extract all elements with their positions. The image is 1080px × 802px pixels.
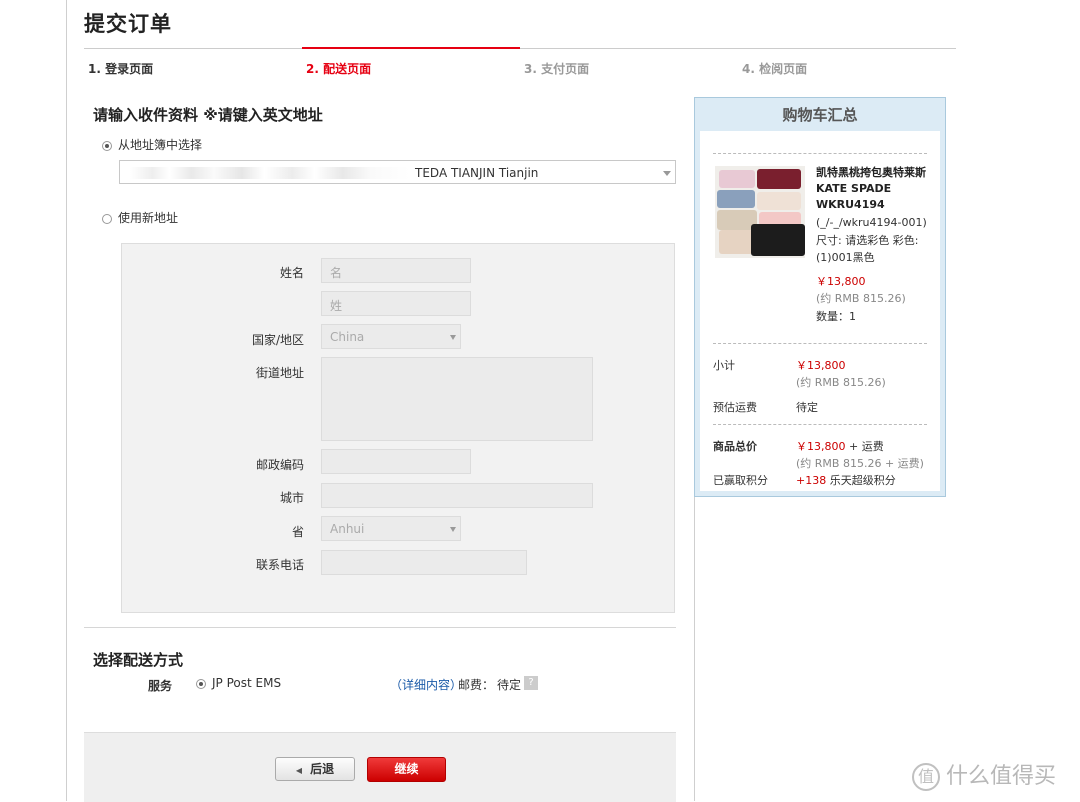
last-name-input[interactable]: 姓 bbox=[321, 291, 471, 316]
street-label: 街道地址 bbox=[255, 366, 304, 380]
country-select[interactable]: China bbox=[321, 324, 461, 349]
phone-input[interactable] bbox=[321, 550, 527, 575]
chevron-down-icon bbox=[450, 527, 456, 532]
product-spec: 尺寸: 请选彩色 彩色: (1)001黑色 bbox=[816, 234, 919, 264]
shipping-estimate-value: 待定 bbox=[796, 401, 818, 414]
steps-active-indicator bbox=[302, 47, 520, 49]
province-label: 省 bbox=[291, 525, 304, 539]
subtotal-rmb: (约 RMB 815.26) bbox=[796, 376, 886, 389]
chevron-left-icon: ◀ bbox=[295, 766, 303, 775]
province-value: Anhui bbox=[330, 522, 365, 536]
points-suffix: 乐天超级积分 bbox=[829, 474, 896, 487]
shipping-fee-value: 待定 bbox=[497, 678, 522, 692]
country-label: 国家/地区 bbox=[251, 333, 304, 347]
step-shipping: 2. 配送页面 bbox=[306, 62, 372, 76]
right-column-divider bbox=[694, 497, 695, 801]
step-review: 4. 检阅页面 bbox=[742, 62, 808, 76]
product-image bbox=[715, 166, 805, 258]
cart-title: 购物车汇总 bbox=[782, 106, 858, 124]
watermark-logo: 值 bbox=[912, 763, 940, 791]
watermark: 值什么值得买 bbox=[912, 758, 1056, 791]
subtotal-label: 小计 bbox=[713, 359, 735, 372]
product-qty: 数量：1 bbox=[816, 310, 856, 323]
product-price: ￥13,800 bbox=[816, 275, 866, 288]
points-label: 已赢取积分 bbox=[713, 474, 768, 487]
product-sku: (_/-_/wkru4194-001) bbox=[816, 216, 927, 229]
points-value: +138 bbox=[796, 474, 827, 487]
back-button-label: 后退 bbox=[310, 762, 335, 776]
left-border-line bbox=[66, 0, 67, 801]
product-price-rmb: (约 RMB 815.26) bbox=[816, 292, 906, 305]
city-input[interactable] bbox=[321, 483, 593, 508]
new-address-radio[interactable] bbox=[102, 213, 112, 224]
address-book-radio[interactable] bbox=[102, 140, 112, 151]
back-button[interactable]: ◀ 后退 bbox=[275, 757, 355, 781]
shipping-fee-label: 邮费： bbox=[458, 678, 495, 692]
phone-label: 联系电话 bbox=[255, 558, 304, 572]
cart-divider bbox=[713, 343, 927, 344]
address-book-select[interactable]: TEDA TIANJIN Tianjin bbox=[119, 160, 676, 184]
ems-radio[interactable] bbox=[196, 678, 206, 689]
province-select[interactable]: Anhui bbox=[321, 516, 461, 541]
total-label: 商品总价 bbox=[713, 440, 757, 453]
shipping-estimate-label: 预估运费 bbox=[713, 401, 757, 414]
address-section-title: 请输入收件资料 ※请键入英文地址 bbox=[93, 106, 323, 124]
cart-summary: 购物车汇总 凯特黑桃挎包奥特莱斯KATE SPADE WKRU4194 (_/-… bbox=[694, 97, 946, 497]
name-label: 姓名 bbox=[279, 266, 304, 280]
steps-track bbox=[84, 48, 956, 49]
ems-option[interactable]: JP Post EMS bbox=[196, 676, 281, 690]
postcode-input[interactable] bbox=[321, 449, 471, 474]
total-value: ￥13,800 bbox=[796, 440, 846, 453]
redacted-address bbox=[130, 167, 410, 179]
points-row: +138 乐天超级积分 bbox=[796, 472, 896, 488]
cart-body: 凯特黑桃挎包奥特莱斯KATE SPADE WKRU4194 (_/-_/wkru… bbox=[700, 131, 940, 491]
watermark-text: 什么值得买 bbox=[946, 764, 1057, 789]
country-value: China bbox=[330, 330, 365, 344]
total-value-row: ￥13,800 + 运费 bbox=[796, 438, 884, 454]
total-suffix: + 运费 bbox=[849, 440, 884, 453]
section-divider bbox=[84, 627, 676, 628]
product-name[interactable]: 凯特黑桃挎包奥特莱斯KATE SPADE WKRU4194 bbox=[816, 165, 932, 213]
new-address-option[interactable]: 使用新地址 bbox=[102, 209, 178, 226]
address-book-label: 从地址簿中选择 bbox=[118, 138, 203, 152]
street-textarea[interactable] bbox=[321, 357, 593, 441]
shipping-section-title: 选择配送方式 bbox=[93, 651, 184, 669]
postcode-label: 邮政编码 bbox=[255, 458, 304, 472]
address-book-option[interactable]: 从地址簿中选择 bbox=[102, 136, 202, 153]
step-payment: 3. 支付页面 bbox=[524, 62, 590, 76]
total-rmb: (约 RMB 815.26 + 运费) bbox=[796, 457, 924, 470]
step-login: 1. 登录页面 bbox=[88, 62, 154, 76]
city-label: 城市 bbox=[279, 491, 304, 505]
subtotal-value: ￥13,800 bbox=[796, 359, 846, 372]
first-name-input[interactable]: 名 bbox=[321, 258, 471, 283]
address-book-selected-value: TEDA TIANJIN Tianjin bbox=[415, 166, 539, 180]
help-icon[interactable]: ? bbox=[524, 675, 538, 690]
chevron-down-icon bbox=[450, 335, 456, 340]
continue-button-label: 继续 bbox=[394, 762, 419, 776]
page-title: 提交订单 bbox=[84, 12, 172, 36]
continue-button[interactable]: 继续 bbox=[367, 757, 446, 782]
service-label: 服务 bbox=[148, 679, 173, 693]
shipping-details-link[interactable]: （详细内容） bbox=[390, 676, 462, 693]
cart-divider bbox=[713, 153, 927, 154]
ems-label: JP Post EMS bbox=[212, 676, 282, 690]
chevron-down-icon bbox=[663, 171, 671, 176]
new-address-label: 使用新地址 bbox=[118, 211, 179, 225]
cart-divider bbox=[713, 424, 927, 425]
